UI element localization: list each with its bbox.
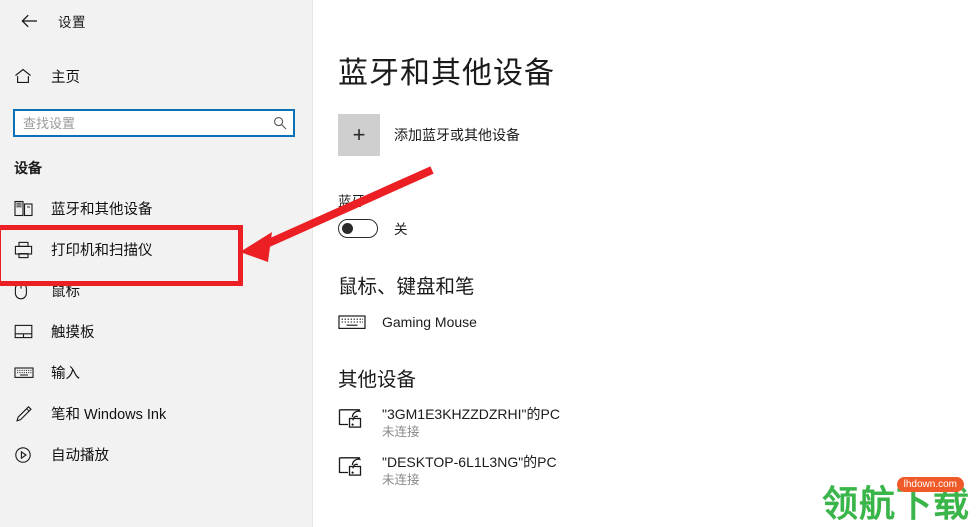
sidebar-group-title: 设备 [14, 160, 42, 176]
sidebar-item-pen-and-windows-ink[interactable]: 笔和 Windows Ink [0, 393, 312, 434]
keyboard-icon [338, 313, 374, 331]
sidebar-item-mouse-label: 鼠标 [51, 284, 80, 300]
sidebar-item-touchpad[interactable]: 触摸板 [0, 311, 312, 352]
device-info: "3GM1E3KHZZDZRHI"的PC 未连接 [382, 406, 560, 440]
wireless-display-icon [338, 408, 374, 430]
list-item[interactable]: "3GM1E3KHZZDZRHI"的PC 未连接 [338, 406, 980, 440]
search-box[interactable] [13, 109, 295, 137]
search-icon[interactable] [267, 116, 293, 130]
toggle-knob [342, 222, 353, 234]
sidebar-item-autoplay[interactable]: 自动播放 [0, 434, 312, 475]
sidebar-item-mouse[interactable]: 鼠标 [0, 270, 312, 311]
device-info: Gaming Mouse [382, 314, 477, 331]
wireless-display-icon [338, 456, 374, 478]
app-title: 设置 [58, 15, 86, 30]
sidebar-item-autoplay-label: 自动播放 [51, 448, 109, 464]
settings-window: 设置 主页 设备 [0, 0, 980, 527]
touchpad-icon [14, 324, 42, 339]
autoplay-icon [14, 446, 42, 464]
sidebar-item-printers-and-scanners[interactable]: 打印机和扫描仪 [0, 229, 312, 270]
device-name: Gaming Mouse [382, 313, 477, 330]
sidebar-item-touchpad-label: 触摸板 [51, 325, 95, 341]
sidebar-item-home[interactable]: 主页 [0, 59, 312, 93]
device-status: 未连接 [382, 425, 420, 439]
sidebar-item-printers-and-scanners-label: 打印机和扫描仪 [51, 243, 153, 259]
printer-icon [14, 241, 42, 259]
page-title: 蓝牙和其他设备 [338, 57, 555, 90]
pen-icon [14, 405, 42, 423]
back-arrow-icon [20, 14, 38, 28]
sidebar-item-typing-label: 输入 [51, 366, 80, 382]
bluetooth-devices-icon [14, 200, 42, 217]
back-button[interactable] [14, 8, 44, 34]
sidebar: 设置 主页 设备 [0, 0, 313, 527]
mouse-icon [14, 282, 42, 300]
bluetooth-toggle-row: 关 [338, 218, 980, 238]
sidebar-item-pen-and-windows-ink-label: 笔和 Windows Ink [51, 407, 167, 423]
device-name: "3GM1E3KHZZDZRHI"的PC [382, 406, 560, 422]
mouse-keyboard-pen-heading: 鼠标、键盘和笔 [338, 276, 475, 298]
title-bar: 设置 [0, 0, 312, 42]
add-device-button[interactable]: + 添加蓝牙或其他设备 [338, 114, 980, 156]
plus-icon: + [338, 114, 380, 156]
sidebar-nav: 蓝牙和其他设备 打印机和扫描仪 鼠标 触摸板 输入 笔和 Windows Ink… [0, 188, 312, 475]
device-name: "DESKTOP-6L1L3NG"的PC [382, 454, 557, 470]
other-devices-list: "3GM1E3KHZZDZRHI"的PC 未连接 "DESKTOP-6L1L3N… [338, 406, 980, 488]
home-icon [14, 68, 40, 84]
sidebar-item-bluetooth-and-other-devices-label: 蓝牙和其他设备 [51, 202, 153, 218]
device-status: 未连接 [382, 473, 420, 487]
main-panel: 蓝牙和其他设备 + 添加蓝牙或其他设备 蓝牙 关 鼠标、键盘和笔 Gaming … [313, 0, 980, 527]
device-info: "DESKTOP-6L1L3NG"的PC 未连接 [382, 454, 557, 488]
sidebar-item-home-label: 主页 [51, 69, 80, 86]
sidebar-item-bluetooth-and-other-devices[interactable]: 蓝牙和其他设备 [0, 188, 312, 229]
add-device-label: 添加蓝牙或其他设备 [394, 127, 520, 143]
bluetooth-section-label: 蓝牙 [338, 194, 365, 209]
search-input[interactable] [15, 110, 267, 136]
keyboard-icon [14, 366, 42, 379]
bluetooth-toggle[interactable] [338, 218, 378, 238]
list-item[interactable]: Gaming Mouse [338, 313, 980, 331]
list-item[interactable]: "DESKTOP-6L1L3NG"的PC 未连接 [338, 454, 980, 488]
bluetooth-toggle-state: 关 [394, 222, 408, 237]
other-devices-heading: 其他设备 [338, 369, 417, 391]
sidebar-item-typing[interactable]: 输入 [0, 352, 312, 393]
